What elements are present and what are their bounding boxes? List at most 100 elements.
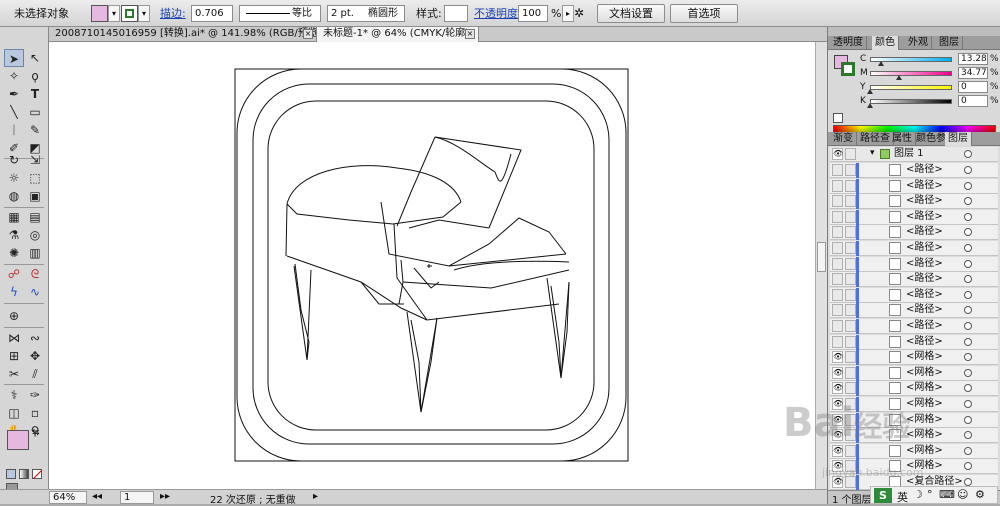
lock-icon[interactable]	[845, 366, 856, 379]
tab-gradient[interactable]: 渐变	[830, 132, 857, 146]
eye-icon[interactable]: 👁	[832, 382, 843, 395]
target-icon[interactable]	[964, 400, 972, 408]
punctuation-icon[interactable]: °	[927, 488, 933, 501]
color-stroke-swatch[interactable]	[841, 62, 855, 76]
eye-icon[interactable]	[832, 335, 843, 348]
fill-dropdown[interactable]: ▾	[108, 5, 120, 22]
slider-track[interactable]	[870, 99, 952, 104]
opacity-dropdown[interactable]: ▸	[562, 5, 574, 22]
eye-icon[interactable]	[832, 179, 843, 192]
layer-item[interactable]: <路径>	[830, 256, 998, 272]
layer-item[interactable]: <路径>	[830, 303, 998, 319]
zoom-field[interactable]: 64%	[49, 491, 87, 504]
eye-icon[interactable]	[832, 320, 843, 332]
crosshair-tool-icon[interactable]: ⊕	[4, 307, 24, 325]
target-icon[interactable]	[964, 322, 972, 330]
target-icon[interactable]	[964, 368, 972, 377]
layer-item[interactable]: <路径>	[830, 163, 998, 178]
free-transform-tool-icon[interactable]: ⬚	[25, 169, 45, 187]
blend-tool-icon[interactable]: ◎	[25, 226, 45, 244]
eye-icon[interactable]	[832, 273, 843, 286]
slider-thumb[interactable]	[867, 89, 873, 94]
pucker-tool-icon[interactable]: ✥	[25, 347, 45, 365]
eye-icon[interactable]	[832, 257, 843, 270]
width-tool-icon[interactable]: ᘓ	[25, 265, 45, 283]
channel-value[interactable]: 0	[958, 81, 988, 93]
layer-item[interactable]: 👁 <网格>	[830, 350, 998, 366]
color-mode-icon[interactable]	[6, 469, 16, 479]
lock-icon[interactable]	[845, 351, 856, 364]
layer-item[interactable]: <路径>	[830, 272, 998, 288]
target-icon[interactable]	[964, 353, 972, 362]
lock-icon[interactable]	[845, 382, 856, 395]
tab-appearance[interactable]: 外观	[905, 36, 932, 50]
channel-value[interactable]: 13.28	[958, 53, 988, 65]
fill-swatch[interactable]	[7, 430, 29, 450]
artboard-tool-icon[interactable]: ◫	[4, 404, 24, 422]
stroke-dropdown[interactable]: ▾	[138, 5, 150, 22]
eye-icon[interactable]: 👁	[832, 351, 843, 364]
opacity-field[interactable]: 100	[518, 5, 548, 22]
target-icon[interactable]	[964, 212, 972, 221]
target-icon[interactable]	[964, 275, 972, 284]
target-icon[interactable]	[964, 290, 972, 299]
brush-definition[interactable]: 2 pt. 椭圆形	[327, 5, 405, 22]
black-slider[interactable]: K 0 %	[860, 95, 999, 108]
target-icon[interactable]	[964, 259, 972, 268]
wave-tool-icon[interactable]: ∾	[25, 329, 45, 347]
target-icon[interactable]	[964, 150, 972, 158]
lock-icon[interactable]	[845, 444, 856, 457]
ime-language[interactable]: 英	[897, 489, 908, 505]
close-icon[interactable]: ×	[465, 29, 475, 39]
channel-value[interactable]: 0	[958, 95, 988, 107]
live-paint-tool-icon[interactable]: ▣	[25, 187, 45, 205]
layer-item[interactable]: <路径>	[830, 241, 998, 256]
lock-icon[interactable]	[845, 164, 856, 176]
document-tab-2[interactable]: 未标题-1* @ 64% (CMYK/轮廓) ×	[317, 27, 479, 42]
slider-track[interactable]	[870, 71, 952, 76]
gradient-tool-icon[interactable]: ▤	[25, 208, 45, 226]
layer-item[interactable]: <路径>	[830, 334, 998, 350]
variable-width-profile[interactable]: 等比	[239, 5, 321, 22]
eye-icon[interactable]	[832, 210, 843, 223]
lock-icon[interactable]	[845, 257, 856, 270]
perspective-grid-tool-icon[interactable]: ▦	[4, 208, 24, 226]
layer-item[interactable]: <路径>	[830, 287, 998, 303]
tab-color[interactable]: 颜色	[872, 36, 899, 50]
print-tiling-tool-icon[interactable]: ▫	[25, 404, 45, 422]
swap-icon[interactable]: ⇆	[32, 428, 40, 438]
none-color-icon[interactable]	[833, 113, 843, 123]
status-menu-icon[interactable]: ▸	[313, 491, 318, 502]
scale-tool-icon[interactable]: ⇲	[25, 151, 45, 169]
moon-icon[interactable]: ☽	[913, 488, 923, 501]
graph-tool-icon[interactable]: ▥	[25, 244, 45, 262]
layer-item[interactable]: 👁 <网格>	[830, 443, 998, 459]
target-icon[interactable]	[964, 337, 972, 346]
layer-item[interactable]: <路径>	[830, 225, 998, 241]
scissors-tool-icon[interactable]: ✂	[4, 365, 24, 383]
target-icon[interactable]	[964, 244, 972, 252]
stroke-label[interactable]: 描边:	[160, 5, 186, 22]
eye-icon[interactable]: 👁	[832, 366, 843, 379]
eye-icon[interactable]	[832, 195, 843, 208]
pencil-tool-icon[interactable]: ✎	[25, 121, 45, 139]
layer-item[interactable]: <路径>	[830, 209, 998, 225]
ime-toolbar[interactable]: S 英 ☽ ° ⌨ ☺ ⚙	[870, 486, 998, 504]
lock-icon[interactable]	[845, 226, 856, 239]
target-icon[interactable]	[964, 431, 972, 440]
page-field[interactable]: 1	[120, 491, 154, 504]
line-tool-icon[interactable]: ╲	[4, 103, 24, 121]
rotate-tool-icon[interactable]: ↻	[4, 151, 24, 169]
selection-tool-icon[interactable]: ➤	[4, 49, 24, 67]
slice-tool-icon[interactable]: ⚕	[4, 386, 24, 404]
document-setup-button[interactable]: 文档设置	[597, 4, 665, 23]
layer-item[interactable]: 👁 <网格>	[830, 365, 998, 381]
first-page-icon[interactable]: ◂◂	[92, 491, 102, 502]
eye-icon[interactable]	[832, 288, 843, 301]
stroke-weight-field[interactable]: 0.706	[191, 5, 233, 22]
style-swatch[interactable]	[444, 5, 468, 22]
magenta-slider[interactable]: M 34.77 %	[860, 67, 999, 80]
fill-color-swatch[interactable]	[91, 5, 108, 22]
knife-tool-icon[interactable]: ⫽	[25, 365, 45, 383]
type-tool-icon[interactable]: T	[25, 85, 45, 103]
